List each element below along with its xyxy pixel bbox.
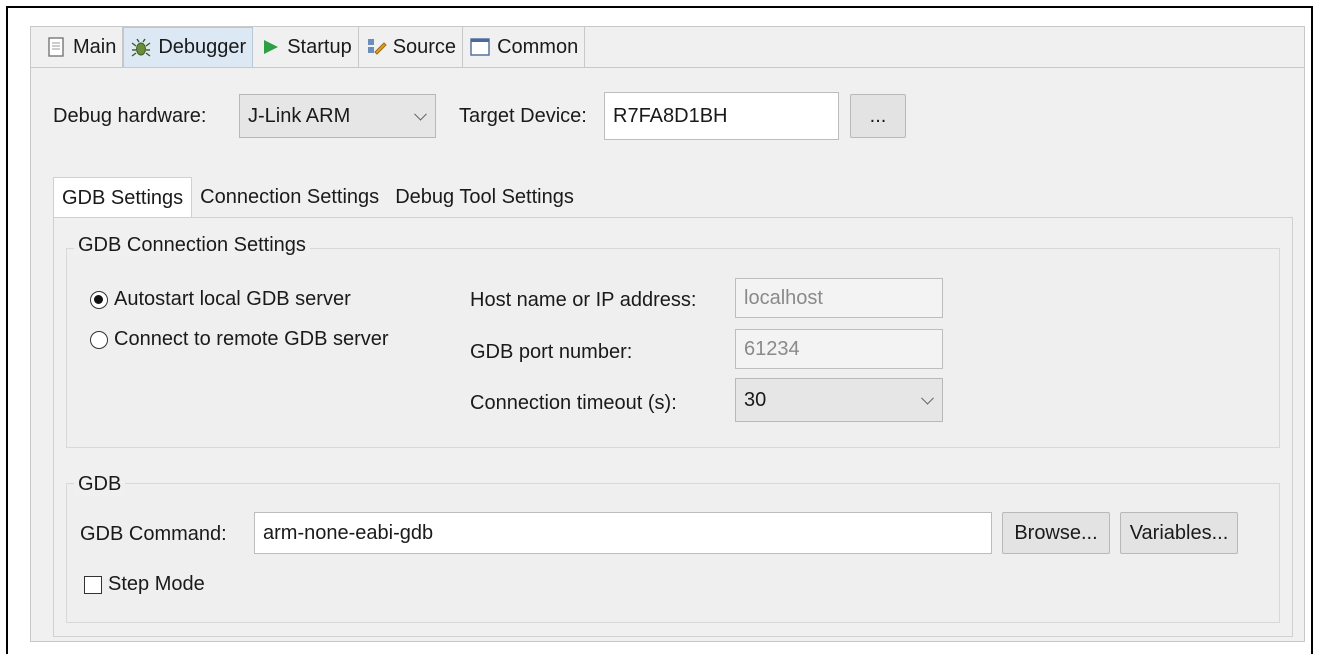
variables-label: Variables... [1129,521,1229,544]
tab-common-label: Common [497,35,579,58]
target-device-browse-button[interactable]: ... [850,94,906,138]
gdb-command-value: arm-none-eabi-gdb [263,521,434,544]
tab-connection-settings-label: Connection Settings [200,185,380,208]
top-tab-bar: Main Debugger Startup Source Common [39,27,586,67]
tab-gdb-settings[interactable]: GDB Settings [53,177,193,219]
timeout-select[interactable]: 30 [735,378,943,422]
debug-hardware-select[interactable]: J-Link ARM [239,94,436,138]
port-value: 61234 [744,337,800,360]
remote-label: Connect to remote GDB server [114,328,389,350]
tab-source-label: Source [392,35,457,58]
variables-button[interactable]: Variables... [1120,512,1238,554]
browse-button[interactable]: Browse... [1002,512,1110,554]
tab-separator [31,67,1304,68]
bug-icon [130,37,152,59]
tab-debugger[interactable]: Debugger [123,27,254,67]
tab-main[interactable]: Main [39,27,124,67]
gdb-command-label: GDB Command: [80,523,227,545]
tab-connection-settings[interactable]: Connection Settings [192,177,387,217]
gdb-group-title: GDB [74,473,126,496]
tab-debugger-label: Debugger [158,36,247,58]
gdb-command-input[interactable]: arm-none-eabi-gdb [254,512,992,554]
host-input[interactable]: localhost [735,278,943,318]
radio-selected-icon [90,290,108,309]
chevron-down-icon [921,391,934,405]
step-mode-label: Step Mode [108,573,205,595]
source-lookup-icon [365,36,387,58]
checkbox-unchecked-icon [84,575,102,594]
target-device-value: R7FA8D1BH [613,104,728,127]
debug-hardware-value: J-Link ARM [248,104,351,127]
target-device-label: Target Device: [459,105,587,127]
tab-main-label: Main [73,35,117,58]
debug-hardware-label: Debug hardware: [53,105,207,127]
browse-label: Browse... [1014,521,1098,544]
autostart-label: Autostart local GDB server [114,288,351,310]
tab-gdb-settings-label: GDB Settings [62,187,184,209]
tab-common[interactable]: Common [463,27,586,67]
gdb-connection-title: GDB Connection Settings [74,234,310,257]
launch-config-panel: Main Debugger Startup Source Common Debu… [30,26,1305,642]
host-value: localhost [744,286,823,309]
window-icon [469,36,491,58]
port-input[interactable]: 61234 [735,329,943,369]
chevron-down-icon [414,107,427,121]
tab-startup[interactable]: Startup [253,27,359,67]
inner-tab-bar: GDB Settings Connection Settings Debug T… [53,177,582,219]
host-label: Host name or IP address: [470,289,697,311]
browse-ellipsis-label: ... [869,104,887,127]
radio-unselected-icon [90,330,108,349]
remote-radio[interactable]: Connect to remote GDB server [90,328,389,351]
timeout-value: 30 [744,388,767,411]
autostart-radio[interactable]: Autostart local GDB server [90,288,351,311]
tab-startup-label: Startup [287,35,352,58]
gdb-settings-page: GDB Connection Settings Autostart local … [53,217,1293,637]
tab-source[interactable]: Source [358,27,464,67]
tab-debug-tool-settings-label: Debug Tool Settings [395,185,574,208]
step-mode-checkbox[interactable]: Step Mode [84,573,205,596]
tab-debug-tool-settings[interactable]: Debug Tool Settings [387,177,582,217]
play-icon [259,36,281,58]
document-icon [45,36,67,58]
timeout-label: Connection timeout (s): [470,392,677,414]
target-device-input[interactable]: R7FA8D1BH [604,92,839,140]
port-label: GDB port number: [470,341,633,363]
